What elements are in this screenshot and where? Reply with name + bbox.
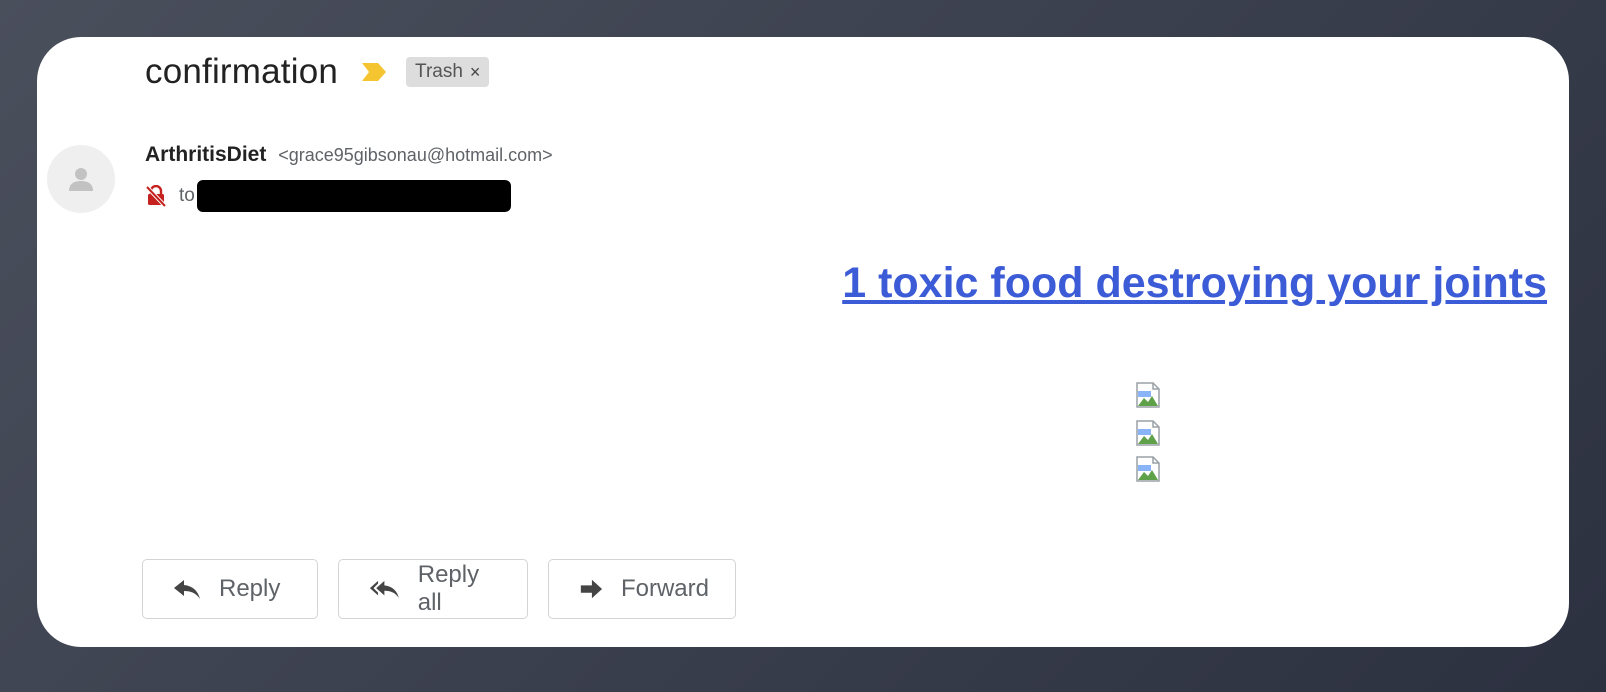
reply-button[interactable]: Reply	[142, 559, 318, 619]
email-subject: confirmation	[145, 52, 339, 91]
redacted-recipient	[196, 180, 511, 212]
sender-line: ArthritisDiet <grace95gibsonau@hotmail.c…	[145, 143, 553, 167]
broken-image-icon	[1136, 456, 1160, 482]
recipient-prefix: to	[179, 185, 195, 206]
reply-icon	[174, 580, 200, 599]
broken-image-icon	[1136, 382, 1160, 408]
label-chip-trash[interactable]: Trash ×	[406, 57, 490, 87]
sender-email: <grace95gibsonau@hotmail.com>	[278, 145, 553, 165]
reply-all-button[interactable]: Reply all	[338, 559, 528, 619]
message-actions: Reply Reply all Forward	[142, 559, 736, 619]
forward-icon	[580, 579, 603, 599]
forward-label: Forward	[620, 575, 709, 602]
broken-image-icon	[1136, 420, 1160, 446]
label-chip-text: Trash	[415, 61, 463, 82]
avatar	[47, 145, 115, 213]
importance-marker-icon[interactable]	[360, 61, 388, 83]
forward-button[interactable]: Forward	[548, 559, 736, 619]
reply-label: Reply	[219, 575, 281, 602]
subject-row: confirmation Trash ×	[145, 49, 490, 95]
email-headline-link[interactable]: 1 toxic food destroying your joints	[842, 259, 1547, 308]
unencrypted-lock-icon[interactable]	[145, 185, 167, 207]
email-view: confirmation Trash × ArthritisDiet <grac…	[37, 37, 1569, 647]
reply-all-label: Reply all	[417, 561, 480, 616]
reply-all-icon	[369, 580, 399, 599]
person-icon	[69, 168, 93, 191]
close-icon[interactable]: ×	[470, 62, 481, 83]
recipient-line: to	[145, 179, 511, 213]
sender-name[interactable]: ArthritisDiet	[145, 143, 266, 166]
